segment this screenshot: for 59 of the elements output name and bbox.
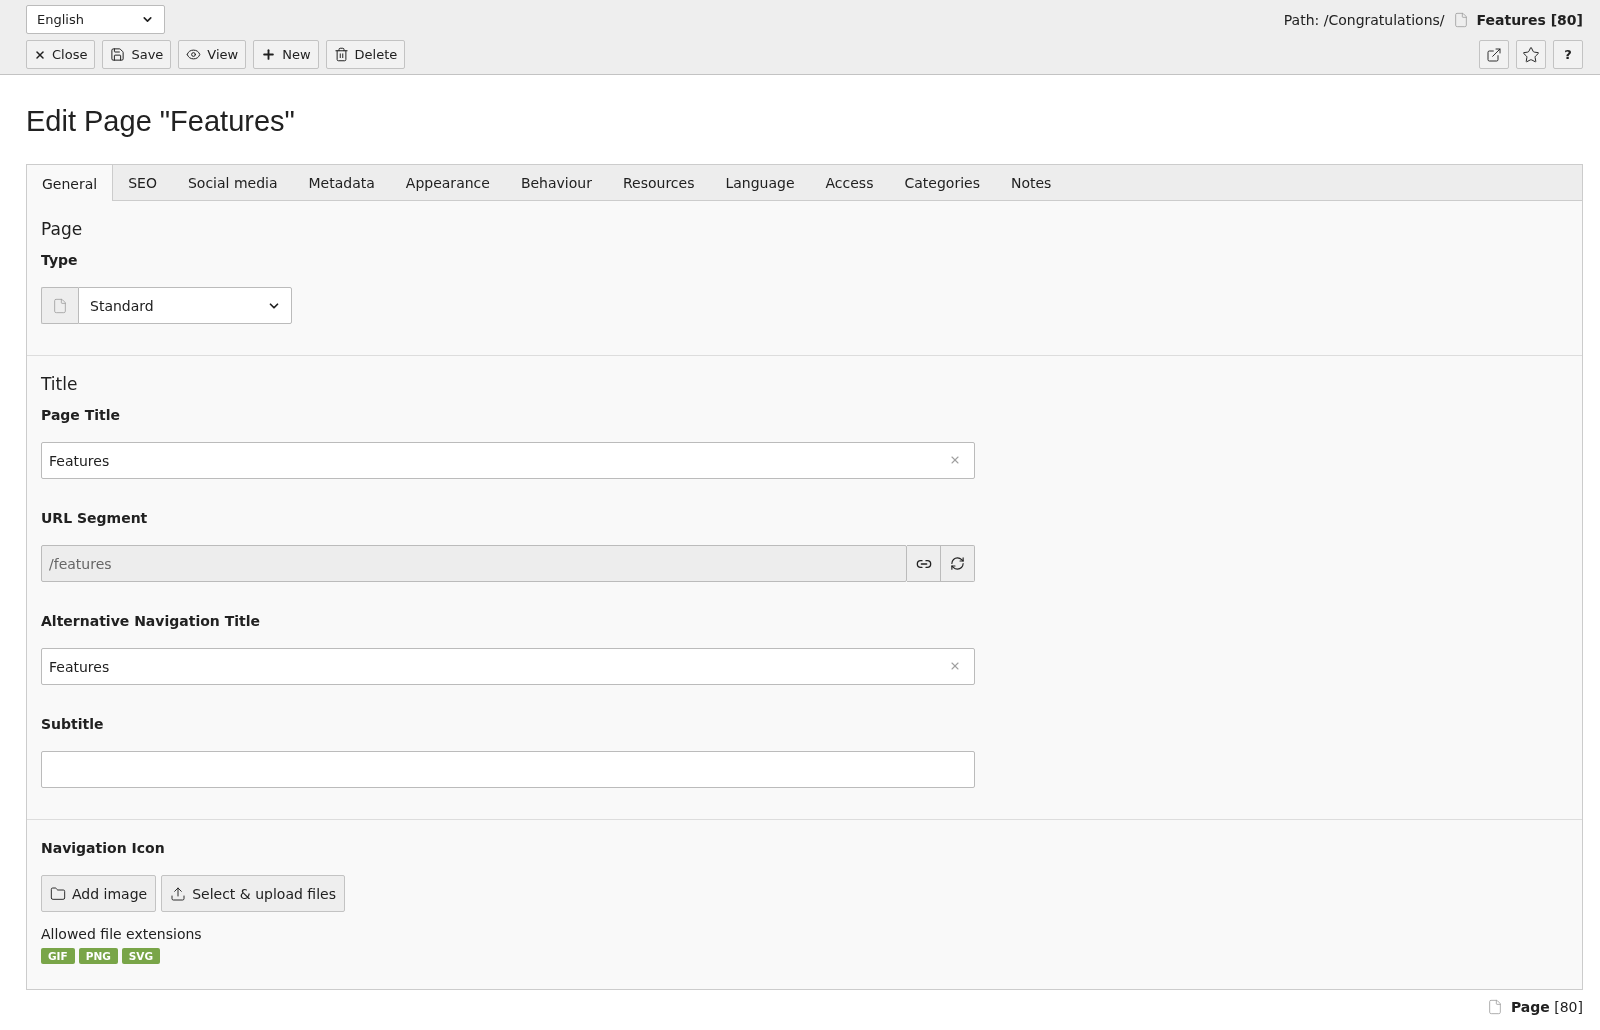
upload-icon	[170, 885, 187, 902]
tab[interactable]: Metadata	[292, 165, 391, 201]
clear-icon[interactable]	[949, 454, 961, 466]
tab[interactable]: Appearance	[389, 165, 506, 201]
bookmark-button[interactable]	[1516, 40, 1546, 69]
type-select[interactable]: Standard	[78, 287, 292, 324]
section-title: Page	[41, 218, 83, 240]
plus-icon	[261, 47, 277, 62]
field-label: Navigation Icon	[41, 839, 165, 858]
tab[interactable]: Social media	[171, 165, 294, 201]
field-label: Type	[41, 251, 78, 270]
tab[interactable]: Language	[709, 165, 811, 201]
refresh-button[interactable]	[941, 545, 975, 582]
tab[interactable]: Categories	[888, 165, 996, 201]
delete-button[interactable]: Delete	[325, 40, 406, 69]
open-new-window-button[interactable]	[1479, 40, 1509, 69]
breadcrumb-current: Features [80]	[1476, 11, 1583, 28]
page-icon	[52, 297, 68, 314]
upload-button[interactable]: Select & upload files	[161, 875, 345, 912]
save-button[interactable]: Save	[102, 40, 172, 69]
url-field[interactable]: /features	[41, 545, 907, 582]
field-label: Subtitle	[41, 715, 104, 734]
tab[interactable]: SEO	[112, 165, 173, 201]
extension-tag: PNG	[78, 948, 118, 964]
extension-tag: GIF	[41, 948, 75, 964]
field-label: Alternative Navigation Title	[41, 612, 260, 631]
tab[interactable]: Access	[809, 165, 890, 201]
help-button[interactable]: ?	[1553, 40, 1583, 69]
eye-icon	[186, 47, 202, 62]
page-icon	[1452, 11, 1469, 28]
refresh-icon	[950, 556, 965, 571]
hint-text: Allowed file extensions	[41, 925, 202, 944]
add-image-button[interactable]: Add image	[41, 875, 157, 912]
star-icon	[1522, 45, 1540, 64]
tab[interactable]: Resources	[606, 165, 711, 201]
trash-icon	[333, 47, 349, 62]
page-heading: Edit Page "Features"	[26, 104, 295, 139]
field-label: URL Segment	[41, 509, 148, 528]
record-label: Page [80]	[1510, 998, 1583, 1017]
tab[interactable]: Behaviour	[504, 165, 608, 201]
language-select[interactable]: English	[26, 5, 165, 34]
new-button[interactable]: New	[253, 40, 319, 69]
clear-icon[interactable]	[949, 660, 961, 672]
text-field[interactable]: Features	[41, 648, 975, 685]
folder-icon	[50, 885, 66, 902]
tab[interactable]: Notes	[994, 165, 1068, 201]
extension-tag: SVG	[121, 948, 161, 964]
view-button[interactable]: View	[178, 40, 247, 69]
breadcrumb-path: Path: /Congratulations/	[1283, 11, 1445, 28]
text-field[interactable]	[41, 751, 975, 788]
text-field[interactable]: Features	[41, 442, 975, 479]
section-title: Title	[41, 373, 78, 395]
toggle-edit-button[interactable]	[907, 545, 941, 582]
field-label: Page Title	[41, 406, 121, 425]
close-icon	[34, 48, 46, 61]
page-icon	[1486, 999, 1503, 1015]
close-button[interactable]: Close	[26, 40, 96, 69]
tab[interactable]: General	[26, 165, 114, 202]
external-link-icon	[1486, 46, 1502, 63]
